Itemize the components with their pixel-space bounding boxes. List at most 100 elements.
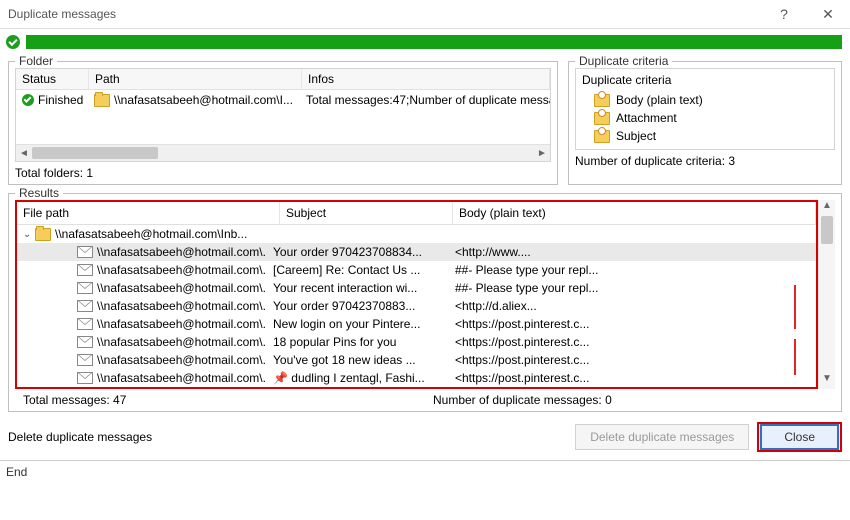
- row-filepath: \\nafasatsabeeh@hotmail.com\...: [97, 317, 267, 331]
- tree-root-label: \\nafasatsabeeh@hotmail.com\Inb...: [55, 227, 247, 241]
- results-legend: Results: [15, 186, 63, 200]
- bottom-label: Delete duplicate messages: [8, 430, 567, 444]
- col-subject[interactable]: Subject: [280, 202, 453, 224]
- criteria-icon: [594, 112, 610, 125]
- results-row[interactable]: \\nafasatsabeeh@hotmail.com\...Your orde…: [17, 297, 816, 315]
- statusbar: End: [0, 460, 850, 483]
- delete-duplicates-button[interactable]: Delete duplicate messages: [575, 424, 749, 450]
- folder-infos: Total messages:47;Number of duplicate me…: [300, 90, 550, 110]
- criteria-label: Body (plain text): [616, 93, 703, 107]
- hscroll-thumb[interactable]: [32, 147, 158, 159]
- scroll-up-icon[interactable]: ▲: [819, 200, 835, 216]
- results-row[interactable]: \\nafasatsabeeh@hotmail.com\...New login…: [17, 315, 816, 333]
- results-row[interactable]: \\nafasatsabeeh@hotmail.com\...📌 dudling…: [17, 369, 816, 387]
- status-text: End: [6, 465, 27, 479]
- mail-icon: [77, 264, 93, 276]
- progress-bar: [26, 35, 842, 49]
- folder-row[interactable]: Finished \\nafasatsabeeh@hotmail.com\I..…: [16, 90, 550, 110]
- folder-legend: Folder: [15, 54, 57, 68]
- criteria-item[interactable]: Body (plain text): [582, 91, 828, 109]
- row-filepath: \\nafasatsabeeh@hotmail.com\...: [97, 371, 267, 385]
- mail-icon: [77, 300, 93, 312]
- criteria-item[interactable]: Subject: [582, 127, 828, 145]
- row-subject: Your order 97042370883...: [267, 299, 439, 313]
- scroll-down-icon[interactable]: ▼: [819, 373, 835, 389]
- col-path[interactable]: Path: [89, 69, 302, 89]
- criteria-label: Subject: [616, 129, 656, 143]
- row-body: <https://post.pinterest.c...: [439, 371, 816, 385]
- results-row[interactable]: \\nafasatsabeeh@hotmail.com\...Your rece…: [17, 279, 816, 297]
- criteria-icon: [594, 130, 610, 143]
- row-body: <https://post.pinterest.c...: [439, 335, 816, 349]
- criteria-legend: Duplicate criteria: [575, 54, 672, 68]
- row-body: ##- Please type your repl...: [439, 263, 816, 277]
- close-window-button[interactable]: ✕: [806, 0, 850, 28]
- folder-status: Finished: [38, 93, 83, 107]
- row-subject: 18 popular Pins for you: [267, 335, 439, 349]
- tree-root[interactable]: ⌄ \\nafasatsabeeh@hotmail.com\Inb...: [17, 225, 816, 243]
- window-title: Duplicate messages: [8, 7, 116, 21]
- criteria-footer: Number of duplicate criteria: 3: [575, 154, 835, 168]
- highlight-marker: [794, 285, 796, 329]
- row-subject: Your recent interaction wi...: [267, 281, 439, 295]
- folder-panel: Folder Status Path Infos Finished: [8, 61, 558, 185]
- row-filepath: \\nafasatsabeeh@hotmail.com\...: [97, 335, 267, 349]
- row-filepath: \\nafasatsabeeh@hotmail.com\...: [97, 299, 267, 313]
- results-vscroll[interactable]: ▲ ▼: [818, 200, 835, 389]
- col-body[interactable]: Body (plain text): [453, 202, 816, 224]
- row-body: <https://post.pinterest.c...: [439, 353, 816, 367]
- row-subject: [Careem] Re: Contact Us ...: [267, 263, 439, 277]
- row-subject: 📌 dudling I zentagl, Fashi...: [267, 371, 439, 385]
- folder-grid[interactable]: Status Path Infos Finished \\nafasatsabe…: [15, 68, 551, 162]
- mail-icon: [77, 318, 93, 330]
- criteria-panel: Duplicate criteria Duplicate criteria Bo…: [568, 61, 842, 185]
- bottom-bar: Delete duplicate messages Delete duplica…: [0, 412, 850, 460]
- mail-icon: [77, 246, 93, 258]
- close-button[interactable]: Close: [760, 424, 839, 450]
- row-subject: Your order 970423708834...: [267, 245, 439, 259]
- mail-icon: [77, 354, 93, 366]
- row-subject: You've got 18 new ideas ...: [267, 353, 439, 367]
- scroll-left-icon[interactable]: ◄: [16, 148, 32, 159]
- results-row[interactable]: \\nafasatsabeeh@hotmail.com\...You've go…: [17, 351, 816, 369]
- criteria-label: Attachment: [616, 111, 677, 125]
- criteria-box[interactable]: Duplicate criteria Body (plain text) Att…: [575, 68, 835, 150]
- row-filepath: \\nafasatsabeeh@hotmail.com\...: [97, 245, 267, 259]
- row-body: <https://post.pinterest.c...: [439, 317, 816, 331]
- folder-grid-header: Status Path Infos: [16, 69, 550, 90]
- check-icon: [6, 35, 20, 49]
- criteria-title: Duplicate criteria: [582, 73, 828, 87]
- mail-icon: [77, 282, 93, 294]
- col-filepath[interactable]: File path: [17, 202, 280, 224]
- criteria-item[interactable]: Attachment: [582, 109, 828, 127]
- results-dupcount: Number of duplicate messages: 0: [433, 393, 835, 407]
- results-body[interactable]: ⌄ \\nafasatsabeeh@hotmail.com\Inb... \\n…: [17, 225, 816, 387]
- row-filepath: \\nafasatsabeeh@hotmail.com\...: [97, 263, 267, 277]
- row-filepath: \\nafasatsabeeh@hotmail.com\...: [97, 353, 267, 367]
- results-total: Total messages: 47: [15, 393, 433, 407]
- caret-down-icon[interactable]: ⌄: [23, 229, 35, 240]
- help-button[interactable]: ?: [762, 0, 806, 28]
- col-infos[interactable]: Infos: [302, 69, 550, 89]
- col-status[interactable]: Status: [16, 69, 89, 89]
- folder-hscroll[interactable]: ◄ ►: [16, 144, 550, 161]
- row-body: ##- Please type your repl...: [439, 281, 816, 295]
- results-row[interactable]: \\nafasatsabeeh@hotmail.com\...Your orde…: [17, 243, 816, 261]
- close-button-highlight: Close: [757, 422, 842, 452]
- highlight-marker: [794, 339, 796, 375]
- mail-icon: [77, 372, 93, 384]
- folder-icon: [94, 94, 110, 107]
- row-filepath: \\nafasatsabeeh@hotmail.com\...: [97, 281, 267, 295]
- row-body: <http://www....: [439, 245, 816, 259]
- row-subject: New login on your Pintere...: [267, 317, 439, 331]
- folder-icon: [35, 228, 51, 241]
- results-row[interactable]: \\nafasatsabeeh@hotmail.com\...[Careem] …: [17, 261, 816, 279]
- vscroll-thumb[interactable]: [821, 216, 833, 244]
- folder-footer: Total folders: 1: [15, 166, 551, 180]
- criteria-icon: [594, 94, 610, 107]
- results-row[interactable]: \\nafasatsabeeh@hotmail.com\...18 popula…: [17, 333, 816, 351]
- progress-row: [0, 29, 850, 55]
- mail-icon: [77, 336, 93, 348]
- scroll-right-icon[interactable]: ►: [534, 148, 550, 159]
- folder-path: \\nafasatsabeeh@hotmail.com\I...: [114, 93, 293, 107]
